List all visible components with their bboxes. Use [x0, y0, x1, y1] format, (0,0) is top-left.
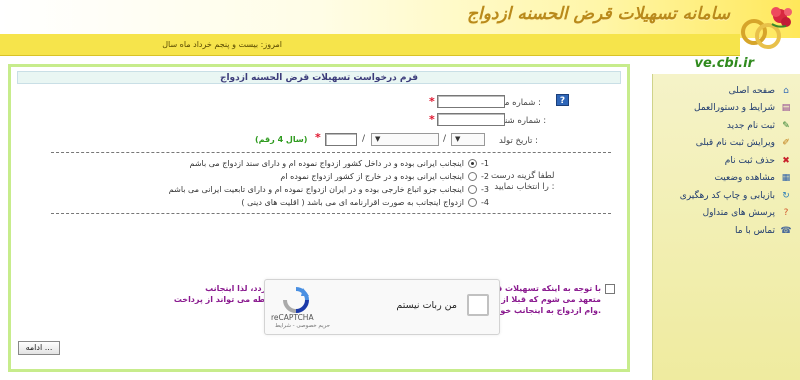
sidebar-item-label: شرایط و دستورالعمل	[694, 103, 775, 114]
sidebar-item[interactable]: ? پرسش های متداول	[653, 205, 800, 223]
sidebar-item[interactable]: ✎ ثبت نام جدید	[653, 117, 800, 135]
sidebar-item-label: مشاهده وضعیت	[714, 173, 775, 184]
book-icon: ▤	[781, 103, 791, 114]
edit-icon: ✐	[782, 138, 790, 149]
year-hint: (سال 4 رقم)	[255, 135, 308, 144]
option-label: اینجانب ایرانی بوده و در داخل کشور ازدوا…	[189, 159, 465, 168]
birth-cert-input[interactable]	[437, 113, 505, 126]
form-title: فرم درخواست تسهیلات قرض الحسنه ازدواج	[17, 71, 621, 84]
help-icon[interactable]: ?	[556, 94, 569, 106]
sidebar-item[interactable]: ▤ شرایط و دستورالعمل	[653, 100, 800, 118]
required-mark: *	[429, 95, 435, 108]
faq-icon: ?	[783, 208, 789, 219]
required-mark: *	[429, 113, 435, 126]
marriage-type-option[interactable]: -1 اینجانب ایرانی بوده و در داخل کشور ازد…	[190, 159, 489, 168]
sidebar-item[interactable]: ▦ مشاهده وضعیت	[653, 170, 800, 188]
option-label: ازدواج اینجانب به صورت اقرارنامه ای می ب…	[241, 198, 465, 207]
option-number: -3	[481, 185, 489, 194]
month-select[interactable]: ▼	[371, 133, 439, 146]
national-id-input[interactable]	[437, 95, 505, 108]
date-separator: /	[362, 134, 366, 144]
option-radio[interactable]	[468, 172, 478, 181]
option-radio[interactable]	[468, 185, 478, 194]
sidebar-item-label: ثبت نام جدید	[726, 120, 775, 131]
section-divider	[51, 152, 611, 153]
marriage-type-option[interactable]: -3 اینجانب جزو اتباع خارجی بوده و در ایرا…	[169, 185, 489, 194]
home-icon: ⌂	[783, 85, 789, 96]
today-date: امروز: بیست و پنجم خرداد ماه سال	[162, 40, 282, 49]
marriage-type-option[interactable]: -4 ازدواج اینجانب به صورت اقرارنامه ای می…	[241, 198, 489, 207]
delete-icon: ✖	[782, 155, 790, 166]
chevron-down-icon: ▼	[375, 135, 381, 143]
option-label: اینجانب جزو اتباع خارجی بوده و در ایران …	[168, 185, 465, 194]
date-separator: /	[443, 134, 447, 144]
commitment-checkbox[interactable]	[605, 284, 615, 294]
sidebar-item-label: پرسش های متداول	[702, 208, 775, 219]
marriage-type-option[interactable]: -2 اینجانب ایرانی بوده و در خارج از کشور …	[280, 172, 489, 181]
new-registration-icon: ✎	[782, 120, 790, 131]
choose-option-label: لطفا گزینه درست را انتخاب نمایید :	[491, 171, 554, 193]
option-radio[interactable]	[468, 159, 478, 168]
chevron-down-icon: ▼	[455, 135, 461, 143]
contact-icon: ☎	[780, 225, 792, 236]
required-mark: *	[315, 131, 321, 144]
recaptcha-widget: من ربات نیستم reCAPTCHA حریم خصوصی - شرا…	[264, 279, 500, 335]
wedding-rings-logo	[741, 7, 792, 49]
sidebar-item[interactable]: ⌂ صفحه اصلی	[653, 82, 800, 100]
sidebar-item-label: تماس با ما	[735, 225, 775, 236]
option-number: -4	[481, 198, 489, 207]
option-number: -2	[481, 172, 489, 181]
domain-label: ve.cbi.ir	[694, 56, 754, 71]
birth-date-label: تاریخ تولد :	[499, 136, 539, 146]
day-select[interactable]: ▼	[451, 133, 485, 146]
recaptcha-logo-icon	[283, 287, 309, 313]
sidebar-item[interactable]: ☎ تماس با ما	[653, 222, 800, 240]
sidebar-item-label: بازیابی و چاپ کد رهگیری	[679, 190, 775, 201]
choose-label-line-1: لطفا گزینه درست	[491, 171, 555, 181]
option-radio[interactable]	[468, 198, 478, 207]
section-divider	[51, 213, 611, 214]
sidebar-item-label: حذف ثبت نام	[724, 155, 775, 166]
site-title: سامانه تسهیلات قرض الحسنه ازدواج	[467, 4, 730, 24]
continue-button[interactable]: ادامه ...	[18, 341, 60, 355]
sidebar-menu: ⌂ صفحه اصلی ▤ شرایط و دستورالعمل ✎ ثبت نام جد…	[652, 74, 800, 380]
sidebar-item-label: ویرایش ثبت نام قبلی	[695, 138, 775, 149]
recaptcha-label: من ربات نیستم	[396, 300, 457, 311]
status-icon: ▦	[781, 173, 791, 184]
recaptcha-checkbox[interactable]	[467, 294, 489, 316]
choose-label-line-2: را انتخاب نمایید :	[494, 182, 555, 192]
recaptcha-terms[interactable]: حریم خصوصی - شرایط	[275, 323, 330, 329]
option-number: -1	[481, 159, 489, 168]
recover-icon: ↻	[782, 190, 790, 201]
option-label: اینجانب ایرانی بوده و در خارج از کشور از…	[280, 172, 465, 181]
sidebar-item[interactable]: ✐ ویرایش ثبت نام قبلی	[653, 135, 800, 153]
sidebar-item[interactable]: ↻ بازیابی و چاپ کد رهگیری	[653, 187, 800, 205]
date-bar: امروز: بیست و پنجم خرداد ماه سال	[0, 34, 740, 56]
sidebar-item[interactable]: ✖ حذف ثبت نام	[653, 152, 800, 170]
header-banner: سامانه تسهیلات قرض الحسنه ازدواج	[0, 0, 800, 49]
recaptcha-brand: reCAPTCHA	[271, 313, 314, 322]
sidebar-item-label: صفحه اصلی	[728, 85, 775, 96]
birth-year-input[interactable]	[325, 133, 357, 146]
